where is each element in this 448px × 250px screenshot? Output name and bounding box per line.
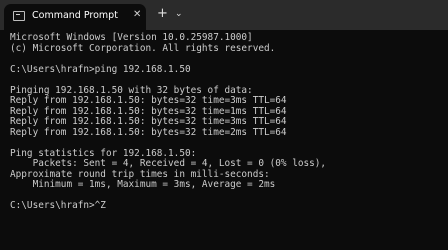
tab-title: Command Prompt	[32, 10, 118, 21]
terminal-line: Reply from 192.168.1.50: bytes=32 time=2…	[10, 126, 287, 138]
new-tab-button[interactable]: +	[157, 7, 168, 21]
close-tab-icon[interactable]: ✕	[133, 9, 141, 20]
title-bar: Command Prompt ✕ + ⌄	[0, 0, 448, 30]
terminal-line: C:\Users\hrafn>ping 192.168.1.50	[10, 63, 191, 75]
tab-command-prompt[interactable]: Command Prompt ✕	[4, 4, 146, 30]
terminal-icon	[13, 11, 25, 21]
terminal-line: Microsoft Windows [Version 10.0.25987.10…	[10, 32, 253, 43]
chevron-down-icon[interactable]: ⌄	[175, 9, 183, 19]
terminal-output[interactable]: Microsoft Windows [Version 10.0.25987.10…	[10, 32, 327, 212]
command-prompt-window: Command Prompt ✕ + ⌄ Microsoft Windows […	[0, 0, 448, 250]
terminal-line: Minimum = 1ms, Maximum = 3ms, Average = …	[10, 179, 276, 190]
terminal-line: (c) Microsoft Corporation. All rights re…	[10, 42, 276, 54]
terminal-line: Reply from 192.168.1.50: bytes=32 time=3…	[10, 116, 287, 127]
terminal-line: Reply from 192.168.1.50: bytes=32 time=3…	[10, 95, 287, 106]
terminal-line: C:\Users\hrafn>^Z	[10, 200, 106, 211]
terminal-line: Packets: Sent = 4, Received = 4, Lost = …	[10, 158, 327, 169]
